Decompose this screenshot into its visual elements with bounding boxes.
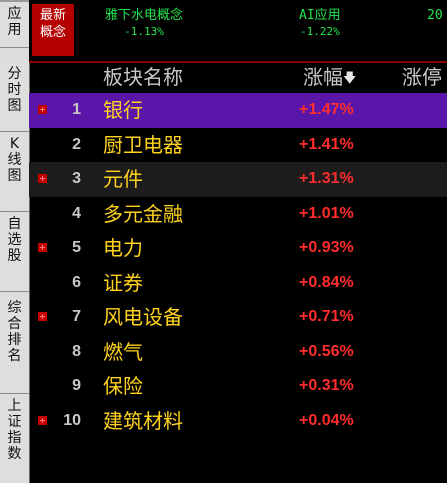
row-sector-name: 保险: [103, 374, 143, 398]
tab-intraday-chart[interactable]: 分时图: [0, 62, 29, 132]
expand-icon[interactable]: [38, 105, 47, 114]
concept-name: 20: [427, 8, 443, 23]
concept-name: AI应用: [299, 8, 341, 23]
row-change: +0.56%: [299, 342, 354, 360]
sector-table: 1 银行 +1.47% 2 厨卫电器 +1.41% 3 元件 +1.31% 4 …: [29, 93, 447, 438]
expand-icon[interactable]: [38, 415, 47, 425]
column-header-limit-up[interactable]: 涨停: [402, 61, 442, 93]
tab-apps[interactable]: 应用: [0, 2, 29, 48]
tab-kline-chart-label: K线图: [7, 136, 22, 184]
row-sector-name: 证券: [103, 270, 143, 295]
table-row[interactable]: 1 银行 +1.47%: [29, 93, 447, 128]
column-header-change[interactable]: 涨幅🡇: [303, 61, 356, 93]
row-change: +0.93%: [299, 239, 354, 256]
concept-name: 雅下水电概念: [105, 8, 184, 23]
row-sector-name: 风电设备: [103, 305, 183, 329]
row-rank: 3: [72, 170, 81, 187]
tab-shanghai-index[interactable]: 上证指数: [0, 394, 29, 483]
row-change: +0.84%: [299, 273, 354, 291]
column-header-change-label: 涨幅: [303, 65, 343, 89]
table-row[interactable]: 6 证券 +0.84%: [29, 266, 447, 301]
concept-item[interactable]: 20: [427, 8, 443, 24]
sidebar: 应用 分时图 K线图 自选股 综合排名 上证指数: [0, 0, 30, 483]
arrow-down-icon: 🡇: [343, 71, 357, 86]
table-row[interactable]: 5 电力 +0.93%: [29, 231, 447, 266]
row-sector-name: 建筑材料: [103, 408, 183, 433]
row-sector-name: 燃气: [103, 339, 143, 364]
row-rank: 2: [72, 135, 81, 153]
column-header-sector-name[interactable]: 板块名称: [103, 61, 183, 93]
expand-icon[interactable]: [38, 243, 47, 252]
table-row[interactable]: 9 保险 +0.31%: [29, 369, 447, 404]
tab-intraday-chart-label: 分时图: [7, 66, 22, 114]
row-change: +1.41%: [299, 135, 354, 153]
table-row[interactable]: 10 建筑材料 +0.04%: [29, 404, 447, 439]
row-sector-name: 银行: [103, 98, 143, 122]
row-sector-name: 元件: [103, 167, 143, 191]
row-sector-name: 多元金融: [103, 201, 183, 226]
expand-icon[interactable]: [38, 312, 47, 321]
row-sector-name: 厨卫电器: [103, 132, 183, 157]
latest-concept-button[interactable]: 最新概念: [32, 4, 74, 56]
concept-item[interactable]: AI应用 -1.22%: [299, 8, 341, 40]
concept-item[interactable]: 雅下水电概念 -1.13%: [105, 8, 183, 40]
concept-change: -1.22%: [299, 25, 340, 38]
row-rank: 1: [72, 101, 81, 118]
row-rank: 6: [72, 273, 81, 291]
row-change: +0.04%: [299, 411, 354, 429]
row-rank: 8: [72, 342, 81, 360]
tab-composite-ranking[interactable]: 综合排名: [0, 296, 29, 394]
expand-icon[interactable]: [38, 174, 47, 183]
concept-change: -1.13%: [124, 25, 164, 38]
table-header: 板块名称 涨幅🡇 涨停: [29, 61, 447, 93]
row-change: +0.31%: [299, 377, 354, 394]
tab-kline-chart[interactable]: K线图: [0, 132, 29, 212]
tab-watchlist[interactable]: 自选股: [0, 212, 29, 292]
concept-bar: 最新概念 雅下水电概念 -1.13% AI应用 -1.22% 20: [29, 0, 447, 63]
table-row[interactable]: 3 元件 +1.31%: [29, 162, 447, 197]
row-rank: 10: [63, 411, 81, 429]
row-rank: 5: [72, 239, 81, 256]
row-change: +1.47%: [299, 101, 354, 118]
row-change: +0.71%: [299, 308, 354, 325]
tab-composite-ranking-label: 综合排名: [7, 300, 22, 364]
tab-watchlist-label: 自选股: [7, 216, 22, 264]
row-change: +1.01%: [299, 204, 354, 222]
row-sector-name: 电力: [103, 236, 143, 260]
table-row[interactable]: 8 燃气 +0.56%: [29, 335, 447, 370]
tab-apps-label: 应用: [7, 6, 22, 38]
table-row[interactable]: 2 厨卫电器 +1.41%: [29, 128, 447, 163]
row-rank: 4: [72, 204, 81, 222]
table-row[interactable]: 7 风电设备 +0.71%: [29, 300, 447, 335]
row-change: +1.31%: [299, 170, 354, 187]
tab-shanghai-index-label: 上证指数: [7, 398, 22, 462]
table-row[interactable]: 4 多元金融 +1.01%: [29, 197, 447, 232]
row-rank: 9: [72, 377, 81, 394]
row-rank: 7: [72, 308, 81, 325]
